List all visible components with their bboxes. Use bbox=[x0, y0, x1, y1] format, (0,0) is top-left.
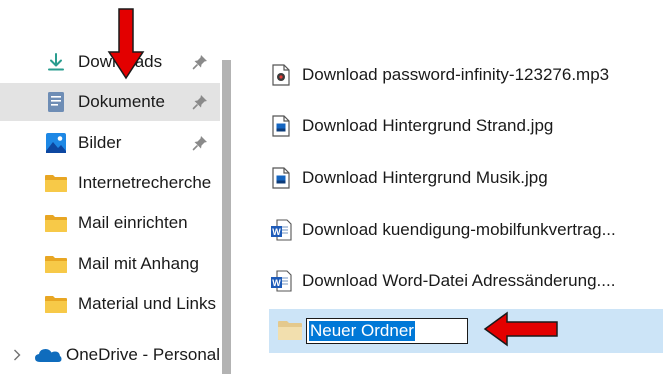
onedrive-icon bbox=[34, 343, 62, 367]
pictures-icon bbox=[44, 131, 68, 155]
annotation-arrow-down-icon bbox=[107, 8, 145, 80]
file-item-adressaenderung-docx[interactable]: W Download Word-Datei Adressänderung.... bbox=[270, 266, 663, 296]
audio-file-icon bbox=[270, 63, 292, 87]
file-name: Download Hintergrund Musik.jpg bbox=[302, 168, 548, 187]
pin-icon[interactable] bbox=[191, 93, 209, 111]
sidebar-item-label: Internetrecherche bbox=[78, 173, 212, 192]
sidebar-item-label: Mail einrichten bbox=[78, 213, 188, 232]
rename-input[interactable]: Neuer Ordner bbox=[306, 318, 468, 344]
file-explorer-window: Downloads Dokumente bbox=[0, 0, 663, 374]
sidebar-item-bilder[interactable]: Bilder bbox=[0, 124, 220, 162]
file-name: Download Word-Datei Adressänderung.... bbox=[302, 271, 616, 290]
sidebar-item-mail-mit-anhang[interactable]: Mail mit Anhang bbox=[0, 245, 220, 283]
sidebar-item-dokumente[interactable]: Dokumente bbox=[0, 83, 220, 121]
annotation-arrow-left-icon bbox=[483, 311, 558, 347]
rename-selected-text: Neuer Ordner bbox=[309, 321, 415, 341]
chevron-right-icon[interactable] bbox=[11, 348, 23, 362]
sidebar-item-label: Mail mit Anhang bbox=[78, 254, 199, 273]
pin-icon[interactable] bbox=[191, 53, 209, 71]
file-item-musik-jpg[interactable]: Download Hintergrund Musik.jpg bbox=[270, 163, 663, 193]
sidebar-item-label: OneDrive - Personal bbox=[66, 345, 220, 364]
file-item-mp3[interactable]: Download password-infinity-123276.mp3 bbox=[270, 60, 663, 90]
image-file-icon bbox=[270, 114, 292, 138]
documents-icon bbox=[44, 90, 68, 114]
file-item-kuendigung-docx[interactable]: W Download kuendigung-mobilfunkvertrag..… bbox=[270, 215, 663, 245]
sidebar-item-label: Bilder bbox=[78, 133, 122, 152]
folder-icon bbox=[44, 252, 68, 276]
file-name: Download password-infinity-123276.mp3 bbox=[302, 65, 610, 84]
file-name: Download kuendigung-mobilfunkvertrag... bbox=[302, 220, 616, 239]
sidebar-item-label: Material und Links bbox=[78, 294, 216, 313]
folder-icon bbox=[277, 319, 303, 346]
sidebar-item-material-und-links[interactable]: Material und Links bbox=[0, 285, 220, 323]
sidebar-item-onedrive[interactable]: OneDrive - Personal bbox=[0, 336, 220, 374]
folder-icon bbox=[44, 171, 68, 195]
file-name: Download Hintergrund Strand.jpg bbox=[302, 116, 554, 135]
download-icon bbox=[44, 50, 68, 74]
navigation-pane: Downloads Dokumente bbox=[0, 0, 220, 374]
pin-icon[interactable] bbox=[191, 134, 209, 152]
file-item-strand-jpg[interactable]: Download Hintergrund Strand.jpg bbox=[270, 111, 663, 141]
folder-icon bbox=[44, 292, 68, 316]
new-folder-item[interactable]: Neuer Ordner bbox=[269, 309, 663, 353]
word-file-icon: W bbox=[270, 269, 292, 293]
svg-text:W: W bbox=[272, 278, 281, 288]
svg-text:W: W bbox=[272, 227, 281, 237]
sidebar-item-label: Dokumente bbox=[78, 92, 165, 111]
word-file-icon: W bbox=[270, 218, 292, 242]
pane-splitter[interactable] bbox=[222, 60, 231, 374]
sidebar-item-mail-einrichten[interactable]: Mail einrichten bbox=[0, 204, 220, 242]
folder-icon bbox=[44, 211, 68, 235]
sidebar-item-internetrecherche[interactable]: Internetrecherche bbox=[0, 164, 220, 202]
image-file-icon bbox=[270, 166, 292, 190]
